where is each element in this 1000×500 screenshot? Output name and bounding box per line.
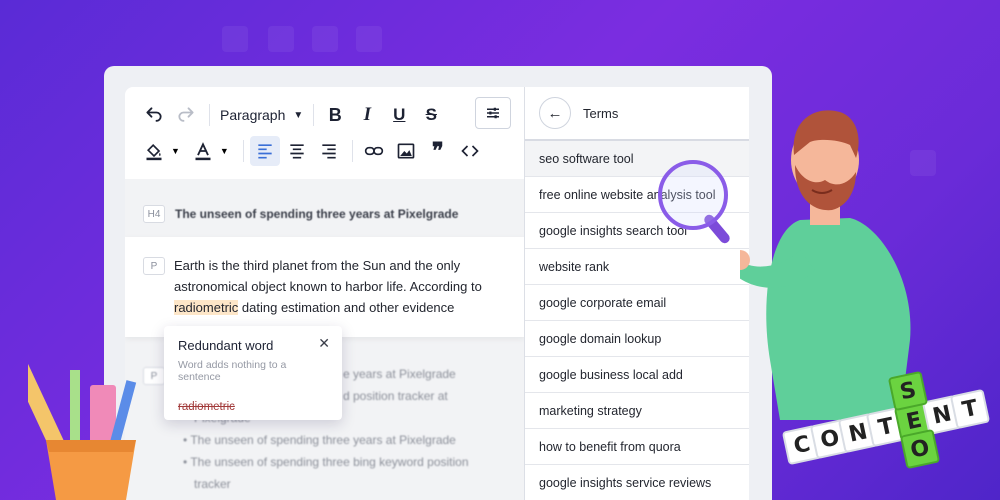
- redundant-word-popover: Redundant word Word adds nothing to a se…: [164, 326, 342, 420]
- toolbar-divider: [351, 140, 353, 162]
- undo-icon[interactable]: [139, 100, 169, 130]
- blurred-line: d position tracker at: [343, 389, 448, 403]
- suggested-removal[interactable]: radiometric: [178, 401, 328, 413]
- quote-icon[interactable]: ❞: [423, 136, 453, 166]
- image-icon[interactable]: [391, 136, 421, 166]
- redundant-word-highlight[interactable]: radiometric: [174, 300, 239, 315]
- paragraph-text[interactable]: Earth is the third planet from the Sun a…: [174, 255, 504, 318]
- letter-cube: T: [949, 388, 991, 430]
- caret-down-icon[interactable]: ▼: [220, 146, 229, 156]
- text-color-icon[interactable]: [188, 136, 218, 166]
- magnifier-icon: [658, 160, 728, 230]
- term-item[interactable]: marketing strategy: [525, 393, 749, 429]
- paragraph-text-end: dating estimation and other evidence: [238, 300, 455, 315]
- editor-toolbar: Paragraph ▼ B I U S ▼ ▼ ❞: [125, 87, 525, 179]
- blurred-line: tracker: [194, 477, 231, 491]
- paragraph-text-start: Earth is the third planet from the Sun a…: [174, 258, 482, 294]
- back-arrow-icon[interactable]: ←: [539, 97, 571, 129]
- redo-icon[interactable]: [171, 100, 201, 130]
- blurred-line: e years at Pixelgrade: [343, 367, 456, 381]
- blurred-line: • The unseen of spending three bing keyw…: [183, 455, 469, 469]
- align-center-icon[interactable]: [282, 136, 312, 166]
- term-item[interactable]: google domain lookup: [525, 321, 749, 357]
- editor-panel: Paragraph ▼ B I U S ▼ ▼ ❞ H4 The unseen …: [125, 87, 525, 500]
- heading-text: The unseen of spending three years at Pi…: [175, 207, 459, 221]
- term-item[interactable]: google corporate email: [525, 285, 749, 321]
- terms-panel: ← Terms seo software tool free online we…: [524, 87, 749, 500]
- term-item[interactable]: how to benefit from quora: [525, 429, 749, 465]
- pencil-cup-illustration: [28, 342, 137, 500]
- terms-title: Terms: [583, 105, 619, 121]
- paragraph-block[interactable]: P Earth is the third planet from the Sun…: [125, 237, 525, 337]
- letter-cube: S: [887, 370, 929, 412]
- bg-decoration: [222, 26, 248, 52]
- term-item[interactable]: google business local add: [525, 357, 749, 393]
- toolbar-divider: [209, 104, 210, 126]
- caret-down-icon[interactable]: ▼: [171, 146, 180, 156]
- close-icon[interactable]: ✕: [318, 335, 330, 352]
- bg-decoration: [312, 26, 338, 52]
- align-right-icon[interactable]: [314, 136, 344, 166]
- strikethrough-icon[interactable]: S: [416, 100, 446, 130]
- bold-icon[interactable]: B: [320, 100, 350, 130]
- fill-color-icon[interactable]: [139, 136, 169, 166]
- align-left-icon[interactable]: [249, 136, 280, 166]
- content-seo-cubes: C O N T E N T S O: [781, 370, 995, 472]
- link-icon[interactable]: [359, 136, 389, 166]
- letter-cube: O: [899, 428, 941, 470]
- block-type-label: Paragraph: [220, 107, 286, 123]
- block-tag-p: P: [143, 257, 165, 275]
- toolbar-divider: [242, 140, 244, 162]
- bg-decoration: [356, 26, 382, 52]
- toolbar-divider: [313, 104, 315, 126]
- heading-block[interactable]: H4 The unseen of spending three years at…: [125, 179, 525, 237]
- block-type-select[interactable]: Paragraph ▼: [216, 107, 307, 123]
- italic-icon[interactable]: I: [352, 100, 382, 130]
- term-item[interactable]: website rank: [525, 249, 749, 285]
- caret-down-icon: ▼: [293, 109, 304, 121]
- settings-sliders-icon[interactable]: [475, 97, 511, 129]
- underline-icon[interactable]: U: [384, 100, 414, 130]
- code-icon[interactable]: [455, 136, 485, 166]
- terms-header: ← Terms: [525, 87, 749, 141]
- term-item[interactable]: google insights service reviews: [525, 465, 749, 500]
- popover-title: Redundant word: [178, 338, 274, 353]
- block-tag-h4: H4: [143, 205, 165, 223]
- popover-subtitle: Word adds nothing to a sentence: [178, 359, 287, 383]
- bg-decoration: [268, 26, 294, 52]
- blurred-line: • The unseen of spending three years at …: [183, 433, 456, 447]
